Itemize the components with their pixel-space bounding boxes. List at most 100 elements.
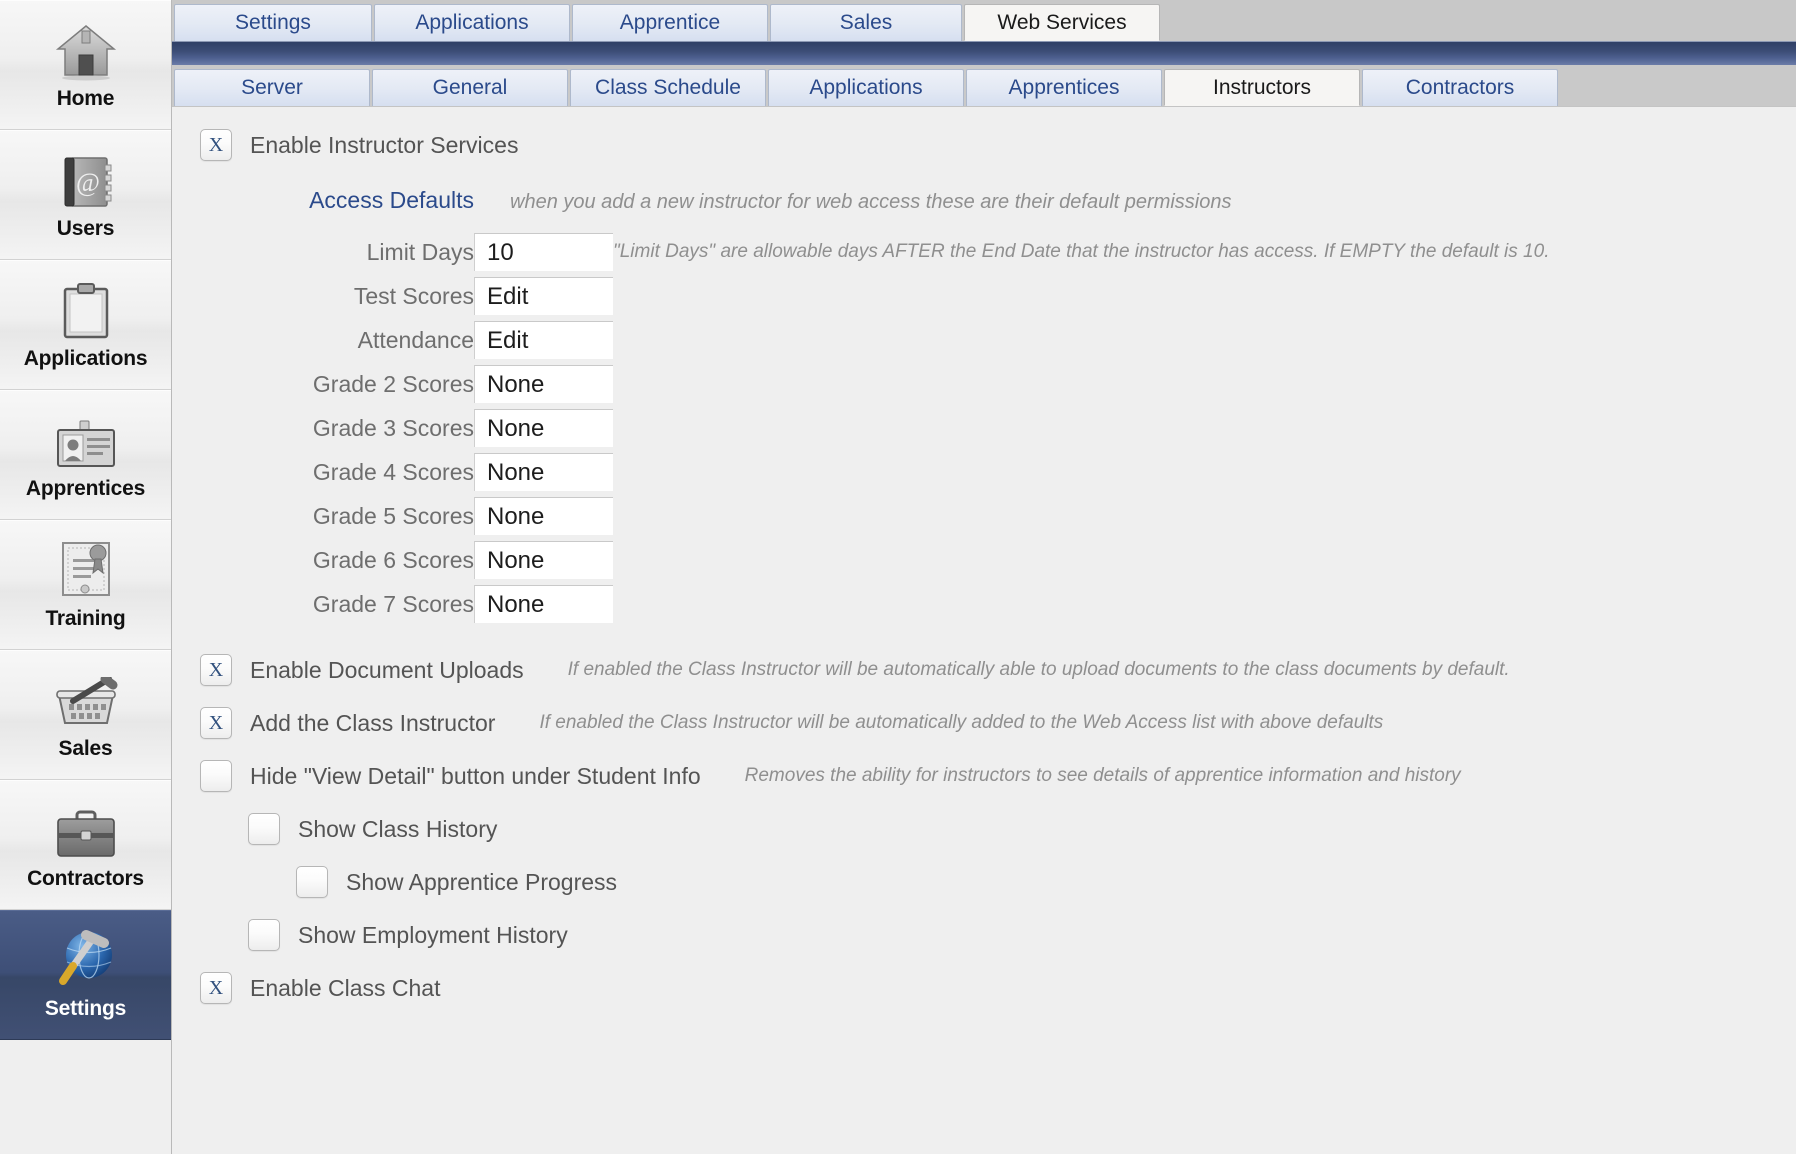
field-row: Grade 7 ScoresNone — [172, 582, 1549, 626]
enable-instructor-services-row[interactable]: X Enable Instructor Services — [172, 107, 1796, 161]
checkbox-hint: If enabled the Class Instructor will be … — [568, 659, 1510, 681]
field-hint — [613, 318, 1549, 362]
field-input-cell: Edit — [474, 274, 613, 318]
field-input-limit-days[interactable]: 10 — [474, 233, 613, 271]
checkbox-show-employment-history[interactable] — [248, 919, 280, 951]
application-window: Home @ Users Applications — [0, 0, 1796, 1154]
field-label: Limit Days — [172, 230, 474, 274]
checkbox-add-the-class-instructor[interactable]: X — [200, 707, 232, 739]
field-input-grade-2-scores[interactable]: None — [474, 365, 613, 403]
tab-apprentices[interactable]: Apprentices — [966, 69, 1162, 106]
settings-panel: X Enable Instructor Services Access Defa… — [172, 106, 1796, 1154]
id-badge-icon — [54, 409, 118, 471]
field-hint — [613, 582, 1549, 626]
field-hint: "Limit Days" are allowable days AFTER th… — [613, 230, 1549, 274]
field-input-cell: None — [474, 494, 613, 538]
briefcase-icon — [55, 799, 117, 861]
tab-sales[interactable]: Sales — [770, 4, 962, 41]
sidebar-item-home[interactable]: Home — [0, 0, 171, 130]
tab-web-services[interactable]: Web Services — [964, 4, 1160, 41]
field-hint — [613, 406, 1549, 450]
checkbox-row: Show Class History — [248, 807, 1796, 851]
tab-contractors[interactable]: Contractors — [1362, 69, 1558, 106]
field-input-cell: None — [474, 362, 613, 406]
field-input-cell: None — [474, 450, 613, 494]
checkbox-row: Show Apprentice Progress — [296, 860, 1796, 904]
checkbox-label: Show Class History — [298, 816, 497, 843]
tab-instructors[interactable]: Instructors — [1164, 69, 1360, 106]
sidebar-item-training[interactable]: Training — [0, 520, 171, 650]
field-label: Grade 5 Scores — [172, 494, 474, 538]
sidebar-item-settings[interactable]: Settings — [0, 910, 171, 1040]
field-input-cell: None — [474, 582, 613, 626]
sidebar-item-label: Users — [57, 217, 114, 241]
field-row: Grade 2 ScoresNone — [172, 362, 1549, 406]
sidebar-item-contractors[interactable]: Contractors — [0, 780, 171, 910]
field-input-grade-3-scores[interactable]: None — [474, 409, 613, 447]
field-row: Grade 6 ScoresNone — [172, 538, 1549, 582]
field-row: Limit Days10"Limit Days" are allowable d… — [172, 230, 1549, 274]
field-row: Grade 3 ScoresNone — [172, 406, 1549, 450]
access-defaults-row: Access Defaults when you add a new instr… — [172, 161, 1796, 214]
checkbox-hint: Removes the ability for instructors to s… — [745, 765, 1461, 787]
checkbox-label: Hide "View Detail" button under Student … — [250, 763, 701, 790]
checkbox-row: Show Employment History — [248, 913, 1796, 957]
checkbox-hide-view-detail-button-under-student-info[interactable] — [200, 760, 232, 792]
access-defaults-fields: Limit Days10"Limit Days" are allowable d… — [172, 230, 1549, 626]
field-input-attendance[interactable]: Edit — [474, 321, 613, 359]
sidebar-item-applications[interactable]: Applications — [0, 260, 171, 390]
field-row: Grade 5 ScoresNone — [172, 494, 1549, 538]
tab-applications[interactable]: Applications — [768, 69, 964, 106]
enable-instructor-services-checkbox[interactable]: X — [200, 129, 232, 161]
sidebar-item-label: Home — [57, 87, 115, 111]
field-label: Grade 6 Scores — [172, 538, 474, 582]
field-input-grade-5-scores[interactable]: None — [474, 497, 613, 535]
field-input-grade-4-scores[interactable]: None — [474, 453, 613, 491]
field-label: Attendance — [172, 318, 474, 362]
field-input-grade-7-scores[interactable]: None — [474, 585, 613, 623]
sidebar-item-users[interactable]: @ Users — [0, 130, 171, 260]
field-label: Grade 7 Scores — [172, 582, 474, 626]
sidebar-item-label: Apprentices — [26, 477, 145, 501]
field-input-cell: Edit — [474, 318, 613, 362]
access-defaults-hint: when you add a new instructor for web ac… — [510, 191, 1231, 214]
checkbox-row: XAdd the Class InstructorIf enabled the … — [200, 701, 1796, 745]
field-input-cell: None — [474, 538, 613, 582]
address-book-icon: @ — [57, 149, 115, 211]
tab-apprentice[interactable]: Apprentice — [572, 4, 768, 41]
field-input-test-scores[interactable]: Edit — [474, 277, 613, 315]
checkbox-hint: If enabled the Class Instructor will be … — [539, 712, 1383, 734]
checkbox-label: Show Employment History — [298, 922, 568, 949]
field-hint — [613, 362, 1549, 406]
field-label: Grade 2 Scores — [172, 362, 474, 406]
sidebar-item-label: Sales — [59, 737, 113, 761]
field-input-cell: None — [474, 406, 613, 450]
sidebar-item-label: Applications — [24, 347, 148, 371]
enable-instructor-services-label: Enable Instructor Services — [250, 132, 518, 159]
sidebar-item-label: Contractors — [27, 867, 144, 891]
sidebar-item-sales[interactable]: Sales — [0, 650, 171, 780]
checkbox-enable-class-chat[interactable]: X — [200, 972, 232, 1004]
checkbox-row: Hide "View Detail" button under Student … — [200, 754, 1796, 798]
tab-general[interactable]: General — [372, 69, 568, 106]
house-icon — [55, 19, 117, 81]
tab-applications[interactable]: Applications — [374, 4, 570, 41]
checkbox-label: Enable Document Uploads — [250, 657, 524, 684]
certificate-icon — [57, 539, 115, 601]
field-hint — [613, 274, 1549, 318]
tab-class-schedule[interactable]: Class Schedule — [570, 69, 766, 106]
tab-settings[interactable]: Settings — [174, 4, 372, 41]
clipboard-icon — [59, 279, 113, 341]
primary-tab-bar: SettingsApplicationsApprenticeSalesWeb S… — [172, 0, 1796, 41]
field-row: Grade 4 ScoresNone — [172, 450, 1549, 494]
sidebar-item-apprentices[interactable]: Apprentices — [0, 390, 171, 520]
checkbox-show-apprentice-progress[interactable] — [296, 866, 328, 898]
shopping-basket-icon — [53, 669, 119, 731]
checkbox-enable-document-uploads[interactable]: X — [200, 654, 232, 686]
sidebar-item-label: Settings — [45, 997, 126, 1021]
checkbox-show-class-history[interactable] — [248, 813, 280, 845]
tab-server[interactable]: Server — [174, 69, 370, 106]
field-input-cell: 10 — [474, 230, 613, 274]
field-input-grade-6-scores[interactable]: None — [474, 541, 613, 579]
field-row: Test ScoresEdit — [172, 274, 1549, 318]
